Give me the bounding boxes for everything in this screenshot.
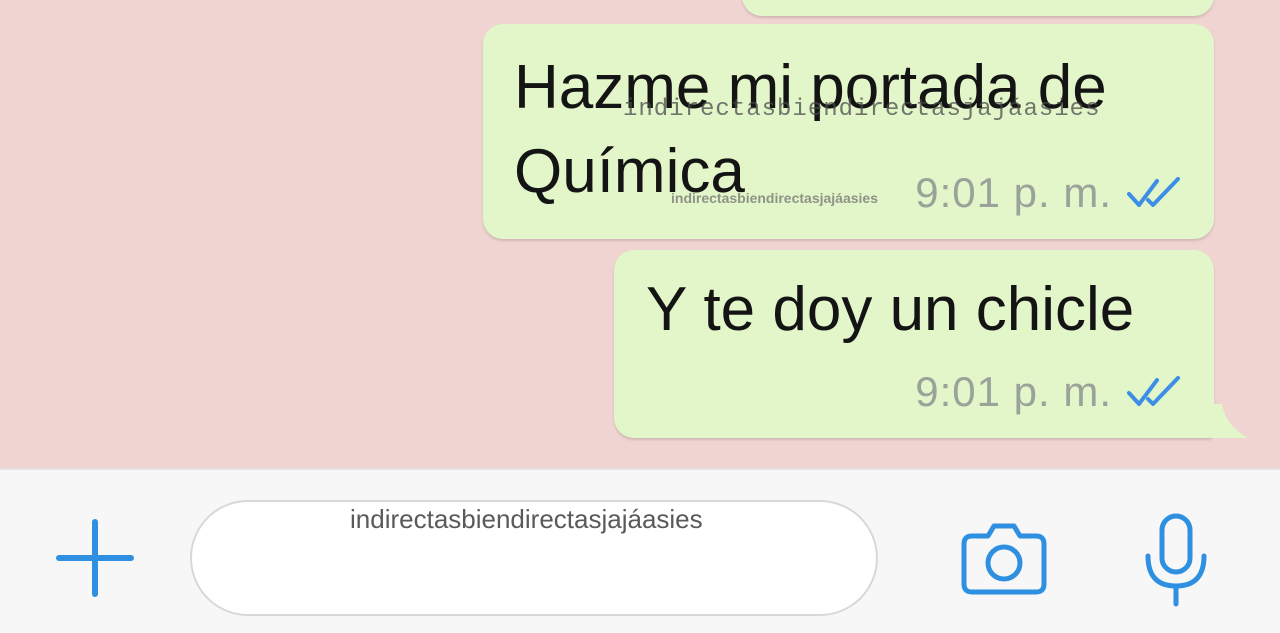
watermark-text: indirectasbiendirectasjajáasies <box>623 96 1101 123</box>
bubble-tail <box>1210 404 1248 438</box>
message-bubble[interactable]: Hazme mi portada de Química indirectasbi… <box>483 24 1214 239</box>
double-check-icon <box>1127 177 1180 207</box>
chat-area: Hazme mi portada de Química indirectasbi… <box>0 0 1280 468</box>
message-meta: 9:01 p. m. <box>915 169 1184 217</box>
message-bubble[interactable]: Y te doy un chicle 9:01 p. m. <box>614 250 1248 438</box>
watermark-text: indirectasbiendirectasjajáasies <box>350 504 703 534</box>
plus-icon[interactable] <box>55 518 135 598</box>
message-meta: 9:01 p. m. <box>915 368 1184 416</box>
message-line: Y te doy un chicle <box>646 275 1135 344</box>
message-time: 9:01 p. m. <box>915 169 1112 216</box>
message-text: Y te doy un chicle <box>646 268 1134 352</box>
camera-icon[interactable] <box>958 520 1050 596</box>
microphone-icon[interactable] <box>1140 512 1212 608</box>
watermark-text: indirectasbiendirectasjajáasies <box>671 190 878 206</box>
previous-message-bubble[interactable] <box>742 0 1214 16</box>
message-time: 9:01 p. m. <box>915 368 1112 415</box>
double-check-icon <box>1127 376 1180 406</box>
